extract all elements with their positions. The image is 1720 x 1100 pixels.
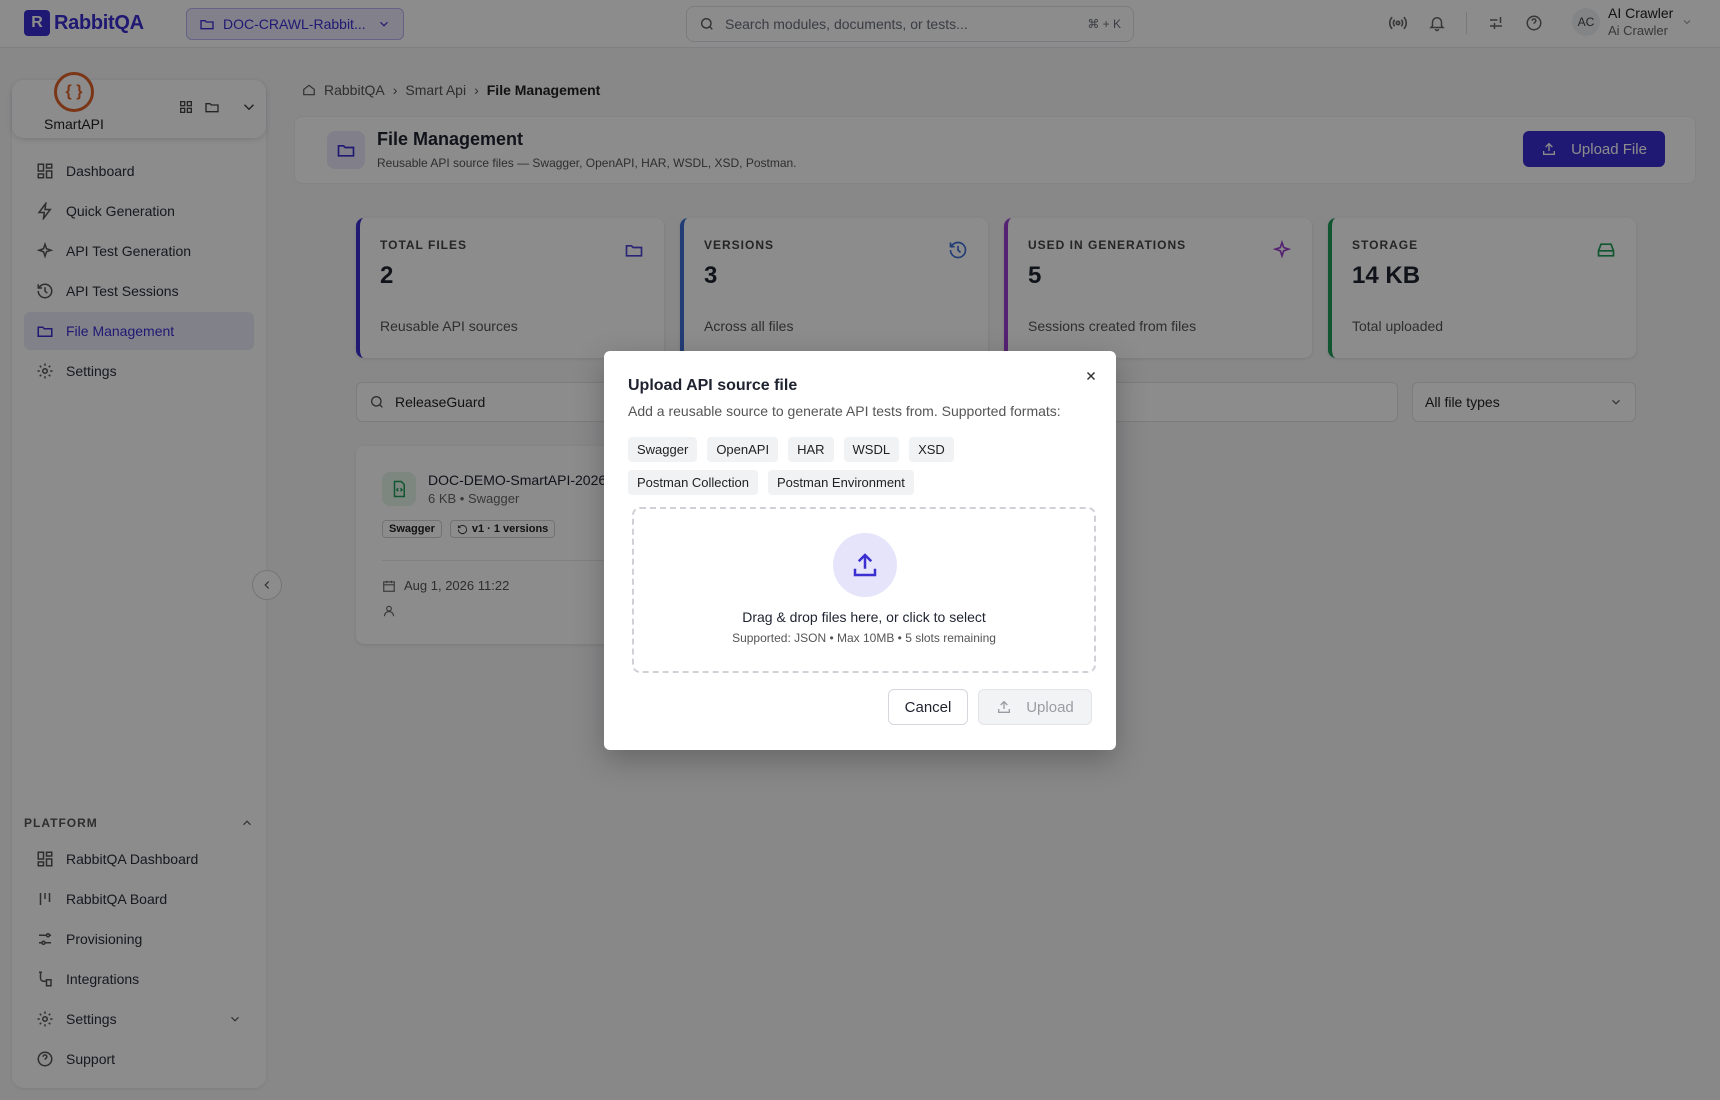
- format-chip: HAR: [788, 437, 834, 462]
- cancel-button[interactable]: Cancel: [888, 689, 968, 725]
- upload-button[interactable]: Upload: [978, 689, 1092, 725]
- upload-modal: Upload API source file Add a reusable so…: [604, 351, 1116, 750]
- format-chip: Postman Collection: [628, 470, 758, 495]
- upload-icon: [853, 553, 877, 577]
- upload-button-label: Upload: [1026, 698, 1074, 716]
- format-chip: OpenAPI: [707, 437, 779, 462]
- upload-icon: [998, 700, 1011, 713]
- format-chip: XSD: [909, 437, 954, 462]
- close-icon: [1086, 371, 1096, 381]
- dropzone-icon-wrap: [833, 533, 897, 597]
- dropzone-text: Drag & drop files here, or click to sele…: [742, 609, 986, 625]
- file-dropzone[interactable]: Drag & drop files here, or click to sele…: [632, 507, 1096, 673]
- format-chip: WSDL: [843, 437, 900, 462]
- close-button[interactable]: [1082, 367, 1100, 385]
- modal-title: Upload API source file: [628, 377, 798, 394]
- format-chip: Postman Environment: [768, 470, 914, 495]
- modal-description: Add a reusable source to generate API te…: [628, 403, 1061, 419]
- dropzone-subtext: Supported: JSON • Max 10MB • 5 slots rem…: [732, 631, 996, 645]
- format-chips: Swagger OpenAPI HAR WSDL XSD Postman Col…: [628, 437, 1088, 495]
- format-chip: Swagger: [628, 437, 698, 462]
